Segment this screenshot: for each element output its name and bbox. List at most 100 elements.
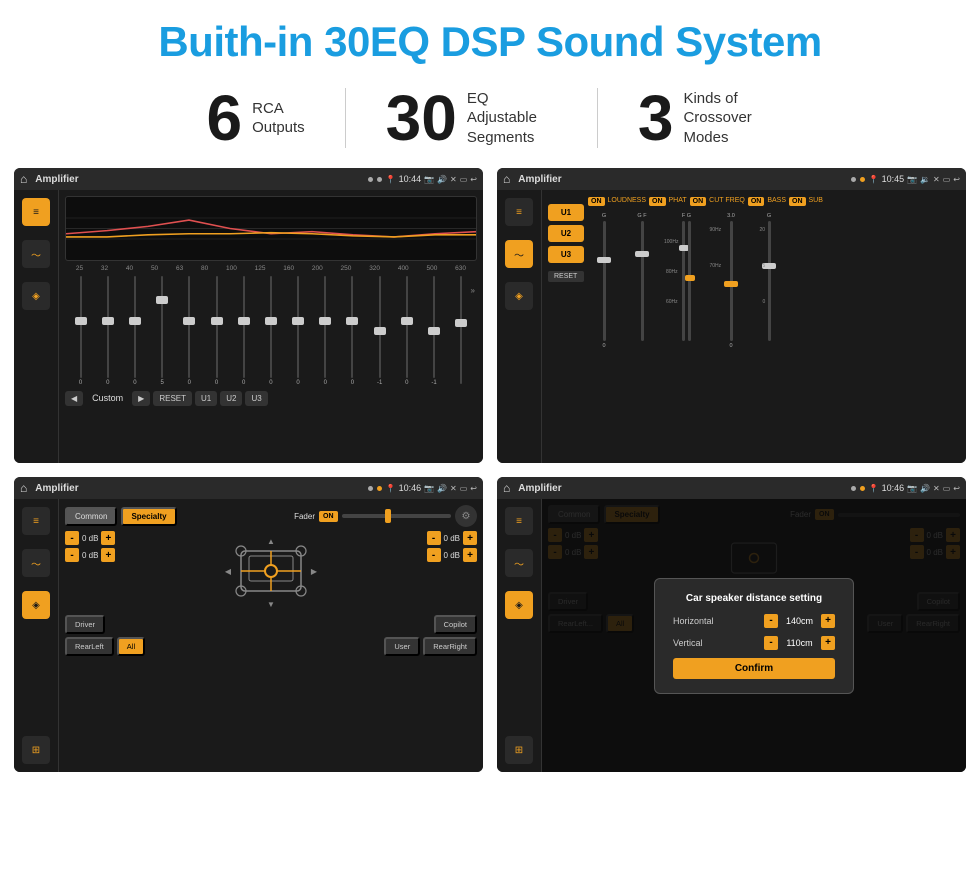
eq-slider-11[interactable]: -1 — [373, 276, 387, 386]
vertical-minus-btn[interactable]: - — [764, 636, 778, 650]
db-plus-3[interactable]: + — [463, 531, 477, 545]
back-icon-4[interactable]: ↩ — [953, 484, 960, 493]
eq-slider-12[interactable]: 0 — [400, 276, 414, 386]
db-val-1: 0 dB — [82, 534, 98, 543]
minimize-icon-3: ▭ — [460, 484, 468, 493]
eq-reset-button[interactable]: RESET — [153, 391, 192, 406]
vertical-value: 110cm — [782, 638, 817, 648]
phat-channel: G F — [626, 213, 658, 343]
speaker-icon-3[interactable]: ◈ — [22, 591, 50, 619]
db-val-4: 0 dB — [444, 551, 460, 560]
eq-slider-4[interactable]: 0 — [182, 276, 196, 386]
common-tab[interactable]: Common — [65, 507, 117, 526]
db-minus-1[interactable]: - — [65, 531, 79, 545]
expand-icon[interactable]: ⊞ — [22, 736, 50, 764]
eq-u1-button[interactable]: U1 — [195, 391, 217, 406]
settings-icon[interactable]: ⚙ — [455, 505, 477, 527]
rearleft-btn[interactable]: RearLeft — [65, 637, 114, 656]
copilot-btn[interactable]: Copilot — [434, 615, 477, 634]
eq-slider-2[interactable]: 0 — [128, 276, 142, 386]
home-icon-2[interactable]: ⌂ — [503, 172, 510, 186]
eq-slider-6[interactable]: 0 — [237, 276, 251, 386]
db-minus-3[interactable]: - — [427, 531, 441, 545]
freq-25: 25 — [76, 265, 83, 272]
db-minus-2[interactable]: - — [65, 548, 79, 562]
u-buttons: U1 U2 U3 RESET — [548, 194, 584, 459]
eq-slider-9[interactable]: 0 — [318, 276, 332, 386]
eq-u3-button[interactable]: U3 — [245, 391, 267, 406]
stat-rca-number: 6 — [207, 86, 243, 150]
u3-btn[interactable]: U3 — [548, 246, 584, 263]
eq-slider-1[interactable]: 0 — [101, 276, 115, 386]
on-cutfreq: ON — [690, 197, 707, 206]
loudness-channel: G 0 — [588, 213, 620, 349]
waveform-icon-3[interactable]: 〜 — [22, 549, 50, 577]
crossover-reset-btn[interactable]: RESET — [548, 271, 584, 282]
crossover-time: 10:45 — [882, 174, 905, 184]
dot-2 — [377, 177, 382, 182]
waveform-icon[interactable]: 〜 — [22, 240, 50, 268]
fader-status-icons: 📍 10:46 📷 🔊 ✕ ▭ ↩ — [386, 483, 477, 493]
pin-icon-3: 📍 — [386, 484, 396, 493]
on-loudness: ON — [588, 197, 605, 206]
rearright-btn[interactable]: RearRight — [423, 637, 477, 656]
db-plus-2[interactable]: + — [101, 548, 115, 562]
dot-5 — [368, 486, 373, 491]
eq-icon-3[interactable]: ≡ — [22, 507, 50, 535]
db-val-2: 0 dB — [82, 551, 98, 560]
eq-icon[interactable]: ≡ — [22, 198, 50, 226]
eq-slider-10[interactable]: 0 — [345, 276, 359, 386]
speaker-icon-2[interactable]: ◈ — [505, 282, 533, 310]
screens-grid: ⌂ Amplifier 📍 10:44 📷 🔊 ✕ ▭ ↩ ≡ 〜 ◈ — [0, 168, 980, 786]
on-sub: ON — [789, 197, 806, 206]
eq-slider-13[interactable]: -1 — [427, 276, 441, 386]
eq-next-button[interactable]: ▶ — [132, 391, 150, 406]
close-icon-3: ✕ — [450, 484, 457, 493]
eq-slider-3[interactable]: 5 — [155, 276, 169, 386]
specialty-tab[interactable]: Specialty — [121, 507, 176, 526]
eq-slider-14[interactable] — [454, 276, 468, 386]
eq-icon-2[interactable]: ≡ — [505, 198, 533, 226]
vertical-plus-btn[interactable]: + — [821, 636, 835, 650]
home-icon-3[interactable]: ⌂ — [20, 481, 27, 495]
user-btn[interactable]: User — [384, 637, 420, 656]
eq-prev-button[interactable]: ◀ — [65, 391, 83, 406]
back-icon-2[interactable]: ↩ — [953, 175, 960, 184]
driver-btn[interactable]: Driver — [65, 615, 105, 634]
expand-icon-2[interactable]: ⊞ — [505, 736, 533, 764]
db-minus-4[interactable]: - — [427, 548, 441, 562]
horizontal-plus-btn[interactable]: + — [821, 614, 835, 628]
fader-on-badge[interactable]: ON — [319, 511, 338, 522]
confirm-button[interactable]: Confirm — [673, 658, 835, 679]
speaker-icon-4[interactable]: ◈ — [505, 591, 533, 619]
eq-slider-8[interactable]: 0 — [291, 276, 305, 386]
u2-btn[interactable]: U2 — [548, 225, 584, 242]
back-icon-3[interactable]: ↩ — [470, 484, 477, 493]
eq-slider-5[interactable]: 0 — [210, 276, 224, 386]
freq-160: 160 — [283, 265, 294, 272]
db-plus-1[interactable]: + — [101, 531, 115, 545]
speaker-icon[interactable]: ◈ — [22, 282, 50, 310]
dialog-screen-title: Amplifier — [518, 483, 846, 494]
waveform-icon-2[interactable]: 〜 — [505, 240, 533, 268]
horizontal-minus-btn[interactable]: - — [764, 614, 778, 628]
eq-screen-title: Amplifier — [35, 174, 363, 185]
eq-icon-4[interactable]: ≡ — [505, 507, 533, 535]
eq-expand-arrows[interactable]: » — [471, 286, 475, 295]
u1-btn[interactable]: U1 — [548, 204, 584, 221]
db-val-3: 0 dB — [444, 534, 460, 543]
fader-bottom-buttons-2: RearLeft All User RearRight — [65, 637, 477, 656]
home-icon[interactable]: ⌂ — [20, 172, 27, 186]
bass-channel: 3.0 90Hz 70Hz 0 — [715, 213, 747, 349]
eq-slider-7[interactable]: 0 — [264, 276, 278, 386]
eq-slider-0[interactable]: 0 — [74, 276, 88, 386]
home-icon-4[interactable]: ⌂ — [503, 481, 510, 495]
close-icon: ✕ — [450, 175, 457, 184]
camera-icon-4: 📷 — [907, 484, 917, 493]
freq-125: 125 — [255, 265, 266, 272]
waveform-icon-4[interactable]: 〜 — [505, 549, 533, 577]
db-plus-4[interactable]: + — [463, 548, 477, 562]
back-icon[interactable]: ↩ — [470, 175, 477, 184]
eq-u2-button[interactable]: U2 — [220, 391, 242, 406]
all-btn[interactable]: All — [117, 637, 145, 656]
